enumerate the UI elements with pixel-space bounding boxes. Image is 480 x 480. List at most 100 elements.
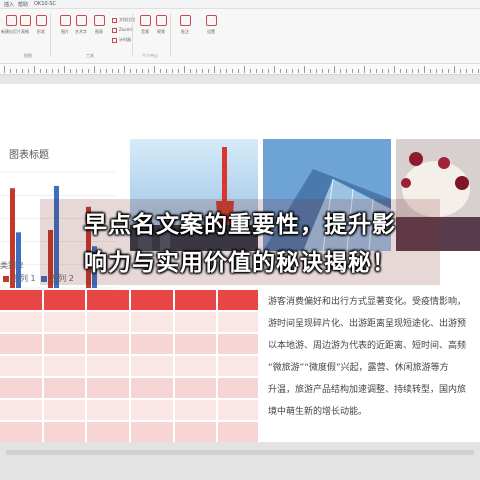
chart-button[interactable]: 图表 bbox=[88, 13, 110, 43]
headline-line-2: 响力与实用价值的秘诀揭秘！ bbox=[84, 250, 396, 276]
table-cell[interactable] bbox=[43, 334, 86, 354]
table-cell[interactable] bbox=[0, 378, 42, 398]
ruler-tick bbox=[478, 69, 479, 73]
ruler-tick bbox=[340, 69, 341, 73]
ruler-tick bbox=[466, 69, 467, 73]
table-cell[interactable] bbox=[130, 356, 173, 376]
table-cell[interactable] bbox=[43, 290, 86, 310]
chart-title[interactable]: 图表标题 bbox=[9, 146, 49, 161]
table-cell[interactable] bbox=[0, 400, 42, 420]
ruler-tick bbox=[418, 69, 419, 73]
table-cell[interactable] bbox=[87, 422, 129, 442]
menu-item-help[interactable]: 帮助 bbox=[18, 1, 28, 8]
ruler-tick bbox=[292, 69, 293, 73]
ruler-tick bbox=[250, 69, 251, 73]
table-cell[interactable] bbox=[174, 290, 217, 310]
ruler-tick bbox=[34, 66, 35, 73]
ruler-tick bbox=[16, 69, 17, 73]
horizontal-scrollbar[interactable] bbox=[6, 450, 474, 455]
menu-item-ok10[interactable]: OK10-SC bbox=[34, 1, 56, 7]
table-cell[interactable] bbox=[43, 400, 86, 420]
table-cell[interactable] bbox=[43, 356, 86, 376]
table-cell[interactable] bbox=[43, 422, 86, 442]
table-header-row[interactable] bbox=[0, 290, 258, 310]
table-row[interactable] bbox=[0, 422, 258, 442]
table-cell[interactable] bbox=[0, 356, 42, 376]
ruler-tick bbox=[304, 66, 305, 73]
body-text-block[interactable]: 游客消费偏好和出行方式显著变化。受疫情影响， 游时间呈现碎片化、出游距离呈现短途… bbox=[268, 291, 480, 423]
table-row[interactable] bbox=[0, 356, 258, 376]
ruler-tick bbox=[22, 69, 23, 73]
ruler-tick bbox=[82, 69, 83, 73]
shape-icon bbox=[35, 15, 47, 26]
ruler-tick bbox=[436, 69, 437, 73]
video-button[interactable]: 视频 bbox=[150, 13, 172, 43]
table-cell[interactable] bbox=[87, 334, 129, 354]
table-cell[interactable] bbox=[87, 356, 129, 376]
table-row[interactable] bbox=[0, 400, 258, 420]
table-cell[interactable] bbox=[130, 334, 173, 354]
table-cell[interactable] bbox=[87, 290, 129, 310]
table-cell[interactable] bbox=[130, 290, 173, 310]
table-cell[interactable] bbox=[130, 422, 173, 442]
table-cell[interactable] bbox=[174, 378, 217, 398]
table-cell[interactable] bbox=[218, 334, 258, 354]
settings-button[interactable]: 设置 bbox=[200, 13, 222, 43]
table-cell[interactable] bbox=[43, 378, 86, 398]
table-cell[interactable] bbox=[87, 312, 129, 332]
ruler-tick bbox=[256, 69, 257, 73]
body-line: 以本地游、周边游为代表的近距离、短时间、高频 bbox=[268, 341, 467, 351]
table-cell[interactable] bbox=[0, 290, 42, 310]
ruler-tick bbox=[220, 69, 221, 73]
table-cell[interactable] bbox=[174, 356, 217, 376]
horizontal-ruler[interactable] bbox=[0, 64, 480, 75]
body-line: 境中萌生新的增长动能。 bbox=[268, 407, 368, 417]
ruler-tick bbox=[64, 66, 65, 73]
table-cell[interactable] bbox=[218, 422, 258, 442]
comment-button[interactable]: 批注 bbox=[174, 13, 196, 43]
ruler-tick bbox=[274, 66, 275, 73]
table-row[interactable] bbox=[0, 334, 258, 354]
ruler-tick bbox=[424, 66, 425, 73]
table-cell[interactable] bbox=[218, 378, 258, 398]
table-row[interactable] bbox=[0, 378, 258, 398]
table-cell[interactable] bbox=[0, 334, 42, 354]
ruler-tick bbox=[280, 69, 281, 73]
ruler-tick bbox=[160, 69, 161, 73]
ruler-tick bbox=[394, 66, 395, 73]
bottom-bar bbox=[0, 442, 480, 480]
ruler-tick bbox=[148, 69, 149, 73]
ruler-tick bbox=[388, 69, 389, 73]
table-cell[interactable] bbox=[0, 312, 42, 332]
table-cell[interactable] bbox=[130, 312, 173, 332]
table-cell[interactable] bbox=[174, 334, 217, 354]
table-cell[interactable] bbox=[87, 378, 129, 398]
table-row[interactable] bbox=[0, 312, 258, 332]
ruler-tick bbox=[70, 69, 71, 73]
table-cell[interactable] bbox=[218, 290, 258, 310]
ruler-tick bbox=[448, 69, 449, 73]
ruler-tick bbox=[334, 66, 335, 73]
ruler-tick bbox=[88, 69, 89, 73]
ruler-tick bbox=[472, 69, 473, 73]
menu-item-insert[interactable]: 插入 bbox=[4, 1, 14, 8]
timer-item[interactable]: 计时器 bbox=[112, 37, 131, 43]
table-cell[interactable] bbox=[0, 422, 42, 442]
table-cell[interactable] bbox=[218, 356, 258, 376]
ruler-tick bbox=[154, 66, 155, 73]
ruler-tick bbox=[52, 69, 53, 73]
data-table[interactable] bbox=[0, 290, 258, 444]
table-cell[interactable] bbox=[130, 378, 173, 398]
table-cell[interactable] bbox=[174, 312, 217, 332]
table-cell[interactable] bbox=[43, 312, 86, 332]
table-cell[interactable] bbox=[87, 400, 129, 420]
table-cell[interactable] bbox=[174, 422, 217, 442]
ruler-tick bbox=[28, 69, 29, 73]
table-cell[interactable] bbox=[218, 312, 258, 332]
table-cell[interactable] bbox=[174, 400, 217, 420]
table-cell[interactable] bbox=[130, 400, 173, 420]
menu-bar: 插入 帮助 OK10-SC bbox=[0, 0, 480, 9]
table-cell[interactable] bbox=[218, 400, 258, 420]
shape-button[interactable]: 形状 bbox=[30, 13, 52, 43]
zoomit-item[interactable]: ZoomIt bbox=[112, 27, 133, 33]
